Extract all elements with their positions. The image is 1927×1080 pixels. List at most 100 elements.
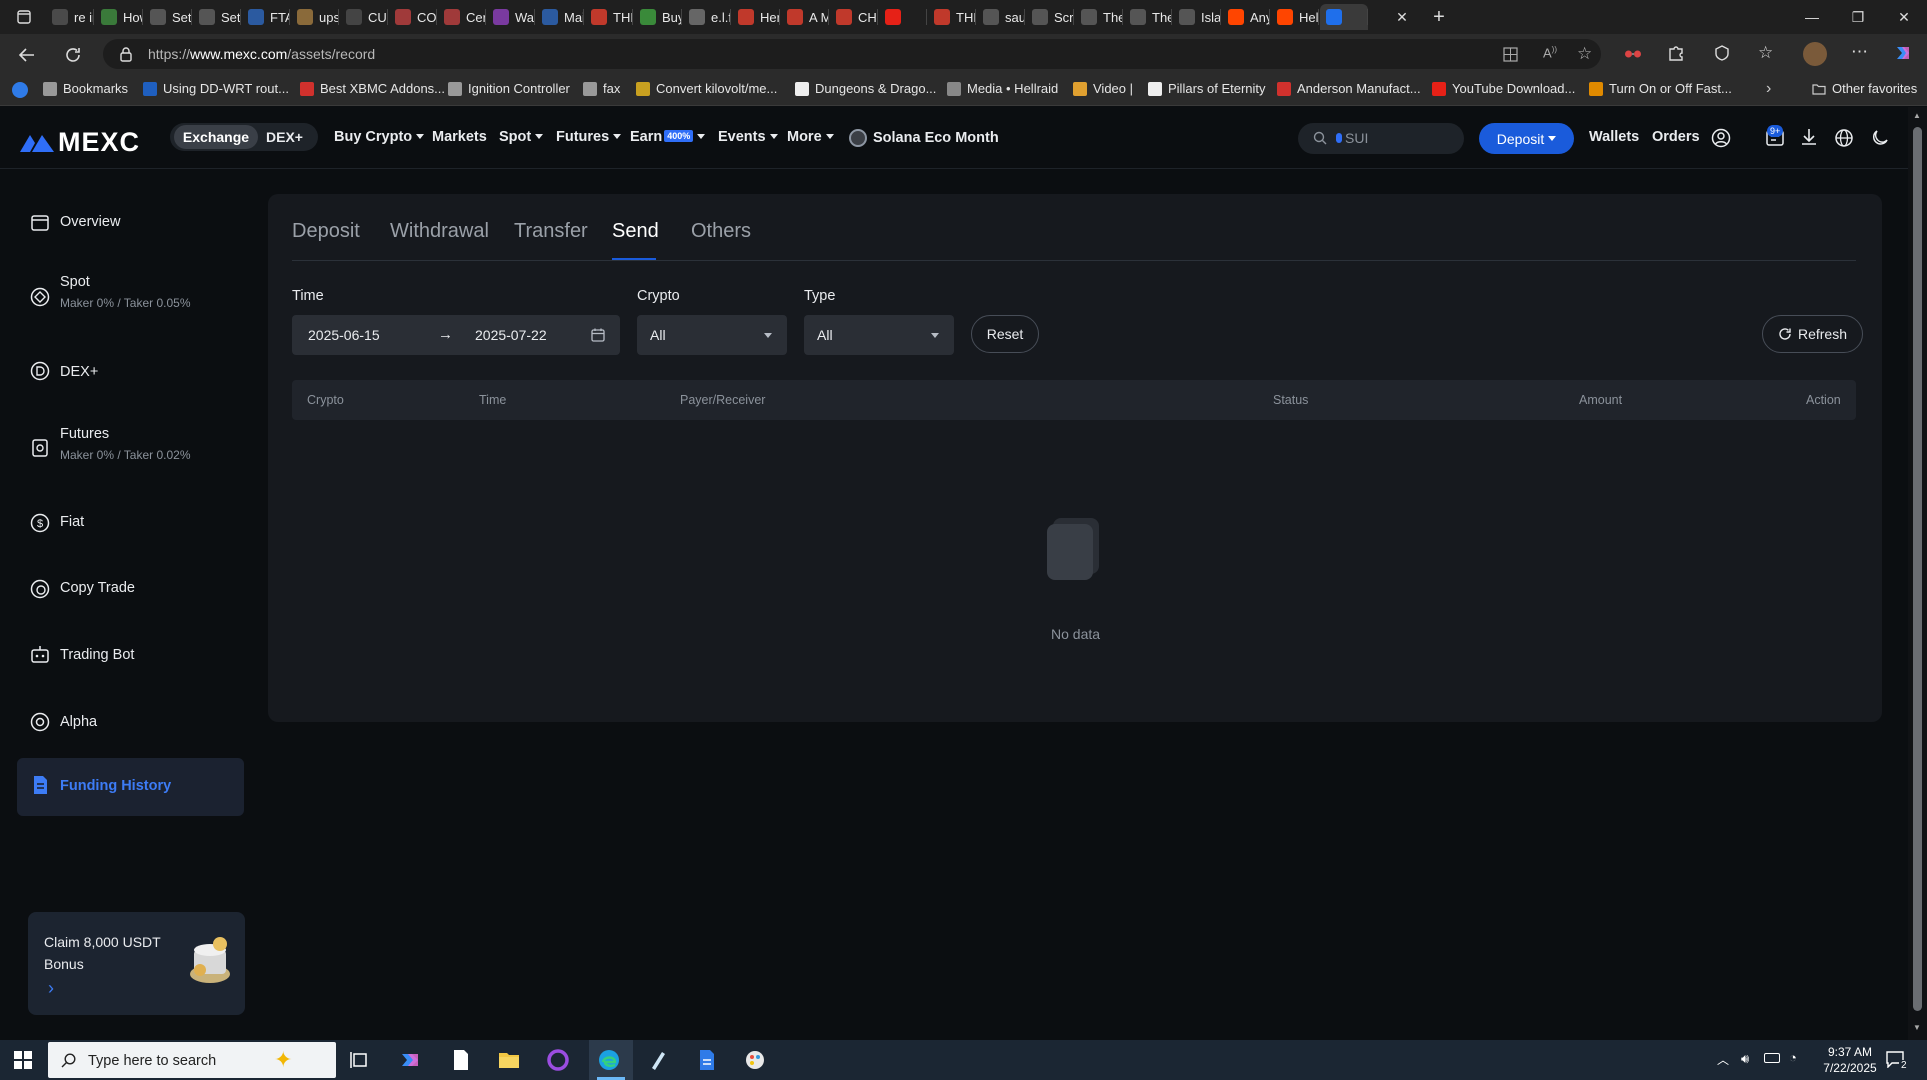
tab-close-icon[interactable]: ✕ [1386, 0, 1418, 34]
reload-icon[interactable] [60, 42, 86, 68]
page-scrollbar[interactable]: ▲ ▼ [1908, 107, 1927, 1040]
bookmark-item[interactable]: Convert kilovolt/me... [636, 81, 777, 96]
nav-spot[interactable]: Spot [499, 129, 544, 145]
battery-icon[interactable] [1764, 1053, 1780, 1063]
tab-transfer[interactable]: Transfer [514, 220, 588, 243]
mexc-logo[interactable]: MEXC [20, 127, 140, 158]
read-aloud-icon[interactable]: A)) [1543, 45, 1557, 60]
bonus-promo-card[interactable]: Claim 8,000 USDT Bonus › [28, 912, 245, 1015]
task-view-icon[interactable] [348, 1048, 372, 1072]
column-header-crypto[interactable]: Crypto [307, 393, 344, 407]
document-app-icon[interactable] [695, 1048, 719, 1072]
window-close-icon[interactable]: ✕ [1881, 0, 1927, 34]
scrollbar-thumb[interactable] [1913, 127, 1922, 1011]
browser-tab[interactable]: CHO [830, 4, 878, 30]
browser-tab[interactable]: e.l.f. [683, 4, 731, 30]
sidebar-item-alpha[interactable]: Alpha [17, 710, 244, 740]
sidebar-item-copy-trade[interactable]: Copy Trade [17, 576, 244, 606]
volume-icon[interactable]: 🔊︎ [1741, 1051, 1749, 1067]
browser-tab[interactable]: re im [46, 4, 94, 30]
date-range-picker[interactable]: 2025-06-15 → 2025-07-22 [292, 315, 620, 355]
tab-send[interactable]: Send [612, 220, 659, 243]
browser-tab[interactable]: FTA C [242, 4, 290, 30]
browser-tab[interactable] [1320, 4, 1368, 30]
promo-chevron-right-icon[interactable]: › [48, 978, 54, 999]
browser-tab[interactable]: COM [389, 4, 437, 30]
browser-tab[interactable]: THE [585, 4, 633, 30]
bookmark-item[interactable]: Pillars of Eternity [1148, 81, 1266, 96]
bookmark-item[interactable]: Best XBMC Addons... [300, 81, 445, 96]
browser-tab[interactable]: Here [732, 4, 780, 30]
extension-glasses-icon[interactable] [1624, 46, 1642, 60]
nav-more[interactable]: More [787, 129, 834, 145]
bookmark-item[interactable]: Turn On or Off Fast... [1589, 81, 1732, 96]
end-date[interactable]: 2025-07-22 [475, 327, 547, 343]
toggle-exchange[interactable]: Exchange [174, 125, 258, 149]
browser-tab[interactable]: Help [1271, 4, 1319, 30]
nav-futures[interactable]: Futures [556, 129, 622, 145]
browser-tab[interactable]: THEI [928, 4, 976, 30]
header-search-input[interactable]: SUI [1298, 123, 1464, 154]
notepad-icon[interactable] [449, 1048, 473, 1072]
bookmark-item[interactable]: Dungeons & Drago... [795, 81, 936, 96]
nav-earn[interactable]: Earn 400% [630, 129, 706, 145]
browser-tab[interactable]: Setti [144, 4, 192, 30]
browser-tab[interactable]: The S [1124, 4, 1172, 30]
dark-mode-moon-icon[interactable] [1870, 128, 1890, 148]
browser-tab[interactable]: Setti [193, 4, 241, 30]
sidebar-item-fiat[interactable]: $ Fiat [17, 510, 244, 540]
bookmark-item[interactable]: fax [583, 81, 620, 96]
bookmark-item[interactable]: YouTube Download... [1432, 81, 1575, 96]
browser-tab[interactable]: Certi [438, 4, 486, 30]
copilot-app-icon[interactable] [398, 1048, 422, 1072]
nav-orders[interactable]: Orders [1652, 129, 1700, 145]
sidebar-item-trading-bot[interactable]: Trading Bot [17, 643, 244, 673]
nav-wallets[interactable]: Wallets [1589, 129, 1639, 145]
column-header-status[interactable]: Status [1273, 393, 1308, 407]
nav-buy-crypto[interactable]: Buy Crypto [334, 129, 425, 145]
bookmark-sync-icon[interactable] [12, 82, 28, 98]
scroll-up-arrow-icon[interactable]: ▲ [1913, 111, 1921, 120]
sidebar-item-dex-plus[interactable]: DEX+ [17, 360, 244, 390]
browser-tab[interactable]: ups- [291, 4, 339, 30]
taskbar-search-input[interactable]: Type here to search ✦ [48, 1042, 336, 1078]
reset-button[interactable]: Reset [971, 315, 1039, 353]
tab-others[interactable]: Others [691, 220, 751, 243]
tab-actions-icon[interactable] [4, 0, 44, 34]
scroll-down-arrow-icon[interactable]: ▼ [1913, 1023, 1921, 1032]
browser-tab[interactable] [879, 4, 927, 30]
favorite-star-icon[interactable]: ☆ [1577, 44, 1592, 64]
tab-deposit[interactable]: Deposit [292, 220, 360, 243]
nav-solana-eco-month[interactable]: Solana Eco Month [849, 129, 999, 147]
browser-tab[interactable]: The S [1075, 4, 1123, 30]
bookmark-item[interactable]: Bookmarks [43, 81, 128, 96]
edge-browser-icon[interactable] [597, 1048, 621, 1072]
app-pen-icon[interactable] [646, 1048, 670, 1072]
crypto-select[interactable]: All [637, 315, 787, 355]
toggle-dex-plus[interactable]: DEX+ [266, 129, 303, 145]
bookmark-item[interactable]: Anderson Manufact... [1277, 81, 1421, 96]
browser-tab[interactable]: A MI [781, 4, 829, 30]
other-favorites[interactable]: Other favorites [1812, 81, 1917, 96]
deposit-button[interactable]: Deposit [1479, 123, 1574, 154]
profile-avatar[interactable] [1803, 42, 1827, 66]
windows-start-icon[interactable] [14, 1051, 32, 1069]
column-header-time[interactable]: Time [479, 393, 506, 407]
user-account-icon[interactable] [1711, 128, 1731, 148]
copilot-icon[interactable] [1893, 43, 1913, 63]
bookmark-item[interactable]: Video | [1073, 81, 1133, 96]
column-header-payer-receiver[interactable]: Payer/Receiver [680, 393, 765, 407]
start-date[interactable]: 2025-06-15 [308, 327, 380, 343]
favorites-icon[interactable]: ☆ [1758, 43, 1773, 63]
network-icon[interactable]: ◔ [1789, 1050, 1797, 1065]
refresh-button[interactable]: Refresh [1762, 315, 1863, 353]
bookmark-item[interactable]: Media • Hellraid [947, 81, 1058, 96]
cortana-circle-icon[interactable] [546, 1048, 570, 1072]
back-icon[interactable] [14, 42, 40, 68]
sidebar-item-overview[interactable]: Overview [17, 210, 244, 240]
browser-tab[interactable]: Anyc [1222, 4, 1270, 30]
language-globe-icon[interactable] [1834, 128, 1854, 148]
lock-icon[interactable] [119, 47, 133, 62]
type-select[interactable]: All [804, 315, 954, 355]
tray-overflow-chevron-icon[interactable]: ︿ [1717, 1051, 1729, 1068]
